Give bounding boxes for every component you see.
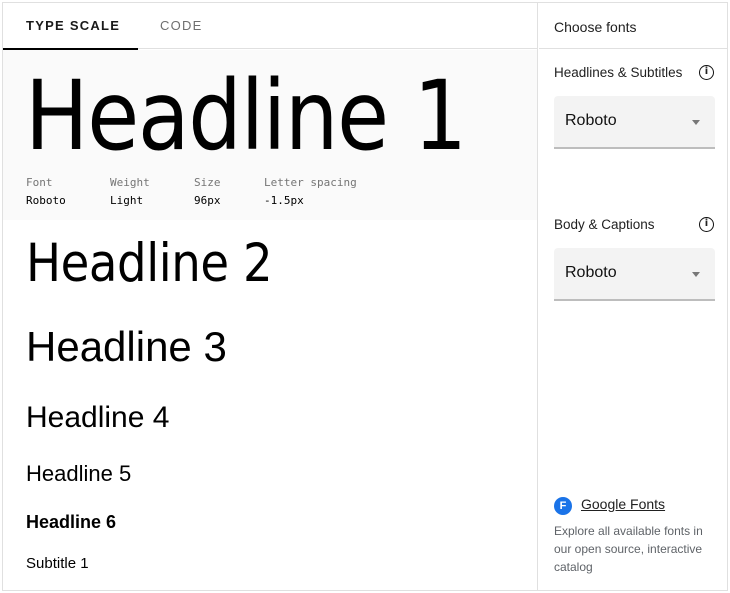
meta-weight-value: Light [110,194,144,207]
headlines-label: Headlines & Subtitles [554,65,683,80]
body-label-row: Body & Captions i [554,215,714,235]
sidebar-title: Choose fonts [539,3,727,49]
meta-size-label: Size [194,176,221,189]
type-scale-app: TYPE SCALE CODE Headline 1 Font Roboto W… [2,2,728,591]
meta-weight: Weight Light [110,174,150,210]
tab-code[interactable]: CODE [160,3,203,49]
dropdown-arrow-icon [692,272,700,277]
headline4-sample[interactable]: Headline 4 [26,398,169,438]
meta-size: Size 96px [194,174,221,210]
meta-weight-label: Weight [110,176,150,189]
type-scale-panel: TYPE SCALE CODE Headline 1 Font Roboto W… [3,3,538,590]
subtitle1-sample[interactable]: Subtitle 1 [26,553,89,575]
headline6-sample[interactable]: Headline 6 [26,509,116,535]
info-icon[interactable]: i [699,65,714,80]
tab-bar: TYPE SCALE CODE [3,3,537,50]
meta-font-label: Font [26,176,53,189]
body-font-value: Roboto [565,264,617,281]
headline2-sample[interactable]: Headline 2 [26,233,273,295]
headline5-sample[interactable]: Headline 5 [26,459,131,489]
tab-type-scale[interactable]: TYPE SCALE [3,3,138,50]
body-label: Body & Captions [554,217,655,232]
google-fonts-icon: F [554,497,572,515]
google-fonts-description: Explore all available fonts in our open … [554,524,703,574]
dropdown-arrow-icon [692,120,700,125]
meta-letter-spacing-label: Letter spacing [264,176,357,189]
headline3-sample[interactable]: Headline 3 [26,321,227,373]
headlines-label-row: Headlines & Subtitles i [554,63,714,83]
headline1-sample: Headline 1 [25,60,467,172]
meta-letter-spacing-value: -1.5px [264,194,304,207]
info-icon[interactable]: i [699,217,714,232]
meta-letter-spacing: Letter spacing -1.5px [264,174,357,210]
google-fonts-link[interactable]: Google Fonts [581,496,665,512]
headline1-row[interactable]: Headline 1 Font Roboto Weight Light Size… [3,50,537,220]
font-chooser-sidebar: Choose fonts Headlines & Subtitles i Rob… [539,3,727,590]
meta-font: Font Roboto [26,174,66,210]
headlines-font-select[interactable]: Roboto [554,96,715,149]
meta-font-value: Roboto [26,194,66,207]
body-font-select[interactable]: Roboto [554,248,715,301]
headlines-font-value: Roboto [565,112,617,129]
meta-size-value: 96px [194,194,221,207]
